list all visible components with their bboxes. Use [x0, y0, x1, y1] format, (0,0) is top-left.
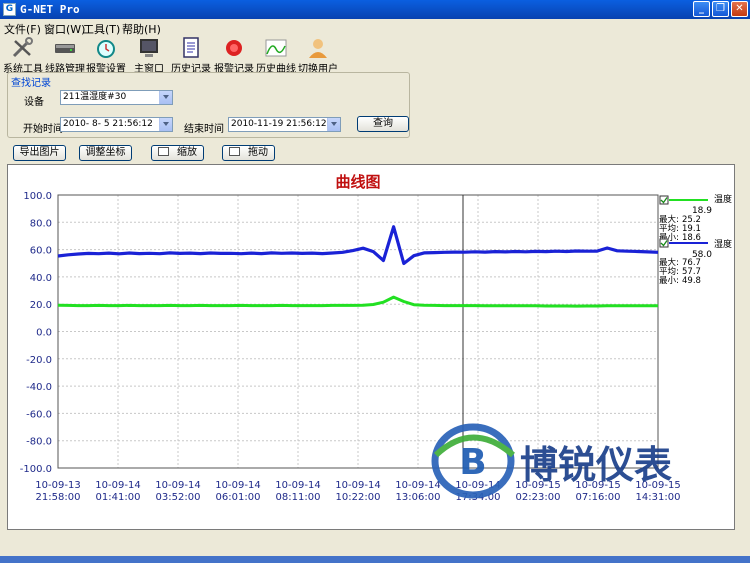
x-tick-time: 13:06:00: [396, 492, 441, 503]
document-icon: [183, 37, 199, 58]
brand-logo-letter: B: [459, 442, 486, 483]
brand-text: 博锐仪表: [520, 443, 672, 487]
x-tick-date: 10-09-14: [335, 480, 380, 491]
zoom-icon: [158, 147, 169, 156]
app-window: G G-NET Pro _ ❐ ✕ 文件(F) 窗口(W) 工具(T) 帮助(H…: [0, 0, 750, 563]
toolbar-line-manage[interactable]: 线路管理: [45, 35, 85, 75]
x-tick-date: 10-09-14: [215, 480, 260, 491]
x-tick-time: 21:58:00: [36, 492, 81, 503]
zoom-button[interactable]: 缩放: [151, 145, 204, 161]
y-tick-label: 0.0: [36, 328, 52, 339]
y-tick-label: -100.0: [20, 464, 52, 475]
x-tick-date: 10-09-14: [95, 480, 140, 491]
toolbar-history-curve[interactable]: 历史曲线: [256, 35, 296, 75]
line-chart[interactable]: 曲线图 100.0 80.0 60.0 40.0 20.0 0.0 -20.0 -40.0 -6…: [8, 165, 734, 529]
toolbar-alarm-records[interactable]: 报警记录: [214, 35, 254, 75]
alarm-clock-icon: [97, 40, 115, 58]
start-time-picker[interactable]: 2010- 8- 5 21:56:12: [60, 117, 173, 132]
title-bar[interactable]: G G-NET Pro _ ❐ ✕: [0, 0, 750, 19]
restore-icon[interactable]: ❐: [712, 1, 729, 17]
chevron-down-icon[interactable]: [159, 91, 172, 104]
end-time-label: 结束时间: [184, 124, 224, 135]
drag-button[interactable]: 拖动: [222, 145, 275, 161]
window-title: G-NET Pro: [20, 3, 80, 16]
toolbar-system-tools[interactable]: 系统工具: [3, 35, 43, 75]
y-tick-label: 100.0: [23, 191, 52, 202]
legend-min-humidity: 49.8: [682, 276, 701, 286]
menu-bar: 文件(F) 窗口(W) 工具(T) 帮助(H): [0, 19, 750, 36]
x-tick-time: 08:11:00: [276, 492, 321, 503]
y-tick-label: 20.0: [30, 300, 52, 311]
toolbar: 系统工具 线路管理 报警设置 主窗口 历史记录 报警记录 历史曲线 切换用户: [0, 35, 750, 75]
y-tick-label: -80.0: [26, 437, 52, 448]
export-image-button[interactable]: 导出图片: [13, 145, 66, 161]
series-line-temperature: [57, 295, 658, 308]
x-tick-time: 10:22:00: [336, 492, 381, 503]
x-tick-date: 10-09-13: [35, 480, 80, 491]
start-time-label: 开始时间: [23, 124, 63, 135]
legend-name-humidity: 湿度: [714, 238, 732, 250]
chart-grid: [57, 194, 659, 469]
y-tick-label: -60.0: [26, 409, 52, 420]
x-tick-time: 07:16:00: [576, 492, 621, 503]
search-group-title: 查找记录: [10, 74, 52, 89]
y-tick-label: -40.0: [26, 382, 52, 393]
y-axis-ticks: 100.0 80.0 60.0 40.0 20.0 0.0 -20.0 -40.0 -60.0 -…: [20, 191, 52, 475]
chevron-down-icon[interactable]: [327, 118, 340, 131]
chevron-down-icon[interactable]: [159, 118, 172, 131]
device-label: 设备: [24, 97, 44, 108]
monitor-icon: [140, 39, 158, 57]
y-tick-label: -20.0: [26, 355, 52, 366]
series-lines: [57, 225, 659, 308]
drag-icon: [229, 147, 240, 156]
x-tick-time: 14:31:00: [636, 492, 681, 503]
chart-title: 曲线图: [335, 173, 380, 191]
x-tick-date: 10-09-14: [155, 480, 200, 491]
y-tick-label: 60.0: [30, 246, 52, 257]
x-tick-time: 02:23:00: [516, 492, 561, 503]
curve-icon: [265, 39, 287, 57]
x-tick-time: 01:41:00: [96, 492, 141, 503]
x-tick-date: 10-09-14: [275, 480, 320, 491]
device-icon: [55, 44, 75, 53]
legend: 温度 18.9 最大: 25.2 平均: 19.1 最小: 18.6 湿度 58…: [659, 193, 732, 286]
y-tick-label: 80.0: [30, 218, 52, 229]
adjust-axis-button[interactable]: 调整坐标: [79, 145, 132, 161]
tools-icon: [12, 37, 33, 58]
toolbar-switch-user[interactable]: 切换用户: [298, 35, 338, 75]
query-button[interactable]: 查询: [357, 116, 409, 132]
minimize-icon[interactable]: _: [693, 1, 710, 17]
legend-name-temp: 温度: [714, 193, 732, 205]
toolbar-history-records[interactable]: 历史记录: [171, 35, 211, 75]
chart-panel: 曲线图 100.0 80.0 60.0 40.0 20.0 0.0 -20.0 -40.0 -6…: [7, 164, 735, 530]
end-time-picker[interactable]: 2010-11-19 21:56:12: [228, 117, 341, 132]
device-select[interactable]: 211温湿度#30: [60, 90, 173, 105]
status-bar: [0, 556, 750, 563]
legend-min-temp: 18.6: [682, 233, 701, 243]
toolbar-main-window[interactable]: 主窗口: [131, 35, 167, 75]
app-icon: G: [3, 3, 16, 16]
y-tick-label: 40.0: [30, 273, 52, 284]
x-tick-time: 03:52:00: [156, 492, 201, 503]
user-icon: [309, 39, 327, 58]
x-tick-time: 06:01:00: [216, 492, 261, 503]
alarm-bell-icon: [226, 40, 242, 56]
x-tick-date: 10-09-14: [395, 480, 440, 491]
toolbar-alarm-settings[interactable]: 报警设置: [86, 35, 126, 75]
close-icon[interactable]: ✕: [731, 1, 748, 17]
svg-text:最小:: 最小:: [659, 275, 679, 286]
